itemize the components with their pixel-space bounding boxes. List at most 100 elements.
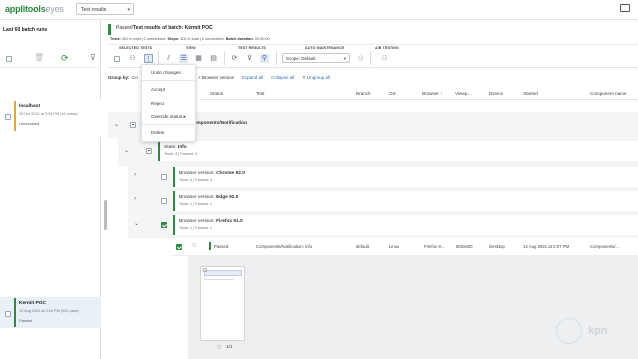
group-checkbox[interactable] (161, 222, 167, 228)
batch-checkbox[interactable] (5, 114, 11, 120)
menu-item-reject[interactable]: Reject (151, 101, 164, 106)
more-actions-icon[interactable]: ⋮ (144, 54, 153, 63)
browser-group-card[interactable]: Browser version: Chrome 92.0 Tests: 4 | … (173, 167, 638, 187)
list-view-icon[interactable]: ☰ (179, 54, 188, 63)
details-view-icon[interactable]: ▤ (209, 54, 218, 63)
browser-group-meta: Tests: 1 | Passed: 1 (179, 226, 213, 230)
group-status-bar (173, 215, 175, 235)
select-all-batches-checkbox[interactable] (6, 56, 12, 62)
more-indicator: - (14, 136, 16, 141)
more-actions-menu: Undo changes Accept Reject Override stat… (141, 64, 197, 142)
view-select[interactable]: Test results ▾ (76, 3, 134, 15)
group-status-bar (158, 141, 160, 161)
state-group-title: State: Info (164, 145, 187, 150)
browser-group-card[interactable]: Browser version: Firefox 91.0 Tests: 1 |… (173, 215, 638, 235)
group-status-bar (173, 191, 175, 211)
browser-group-card[interactable]: Browser version: Edge 92.0 Tests: 1 | Pa… (173, 191, 638, 211)
column-started[interactable]: Started (523, 91, 538, 96)
group-checkbox[interactable] (130, 122, 136, 128)
group-checkbox[interactable] (161, 174, 167, 180)
group-by-value[interactable]: Co (132, 75, 138, 80)
filter-icon[interactable]: ⊽ (245, 54, 254, 63)
state-group-card[interactable]: State: Info Tests: 4 | Passed: 4 (158, 141, 638, 161)
collapse-all-link[interactable]: Collapse all (271, 75, 294, 80)
batch-item[interactable]: localhost 20 Oct 2021 at 3:33 PM (16 unr… (14, 101, 100, 131)
grid-header (200, 86, 638, 100)
row-os: Linux (389, 244, 400, 249)
chevron-right-icon[interactable]: › (134, 196, 136, 202)
eye-icon[interactable]: ◎ (356, 54, 365, 63)
batch-name: localhost (19, 104, 41, 109)
trash-icon[interactable]: 🗑 (34, 53, 44, 62)
group-checkbox[interactable] (146, 148, 152, 154)
batch-checkbox[interactable] (5, 311, 11, 317)
thumbnail-line (204, 279, 234, 280)
batch-status: Passed (19, 318, 33, 323)
star-icon[interactable]: ☆ (216, 343, 222, 351)
column-branch[interactable]: Branch (356, 91, 371, 96)
state-group-meta: Tests: 4 | Passed: 4 (164, 152, 198, 156)
chevron-right-icon[interactable]: › (134, 172, 136, 178)
chart-icon[interactable]: ⫽ (164, 54, 173, 63)
section-label-ab-testing: A/B TESTING (375, 46, 399, 50)
batch-status-bar (108, 24, 111, 35)
batch-status: Passed (116, 25, 133, 31)
batch-meta: 20 Oct 2021 at 3:33 PM (16 unres) (19, 112, 78, 116)
batch-name: Kermit POC (19, 301, 46, 306)
thumbnail-marker-icon (203, 268, 207, 272)
star-icon[interactable]: ☆ (191, 241, 197, 249)
graduation-cap-icon[interactable] (620, 4, 630, 12)
menu-item-accept[interactable]: Accept (151, 87, 165, 92)
column-browser[interactable]: Browser ↑ (422, 91, 442, 96)
step-thumbnail[interactable] (200, 266, 245, 341)
group-checkbox[interactable] (161, 198, 167, 204)
section-label-view: VIEW (186, 46, 196, 50)
chevron-down-icon[interactable]: ⌄ (134, 220, 139, 227)
select-all-tests-checkbox[interactable] (114, 56, 120, 62)
menu-item-undo-changes[interactable]: Undo changes (151, 70, 181, 75)
group-status-bar (173, 167, 175, 187)
row-checkbox[interactable] (176, 244, 182, 250)
group-title-component: Components/Notification (190, 121, 248, 126)
user-icon[interactable]: ⚇ (128, 54, 137, 63)
section-label-test-results: TEST RESULTS (238, 46, 266, 50)
menu-item-delete[interactable]: Delete (151, 130, 164, 135)
row-branch: default (356, 244, 369, 249)
group-crumb[interactable]: + Browser version (198, 75, 234, 80)
batch-list-toolbar (0, 48, 101, 68)
browser-group-title: Browser version: Firefox 91.0 (179, 219, 243, 224)
scope-select[interactable]: Scope: Default ▾ (282, 53, 350, 63)
row-started: 13 Aug 2021 at 2:07 PM (523, 244, 570, 249)
menu-item-override-status[interactable]: Override status ▸ (151, 114, 186, 120)
refresh-icon[interactable]: ⟳ (230, 54, 239, 63)
batch-status: Unresolved (19, 121, 40, 126)
merge-icon[interactable]: ⚲ (260, 54, 269, 63)
kpn-logo-icon (556, 318, 582, 344)
row-test[interactable]: Components/Notification: info (256, 244, 312, 249)
column-viewport[interactable]: Viewp… (455, 91, 472, 96)
column-os[interactable]: OS (389, 91, 396, 96)
row-viewport: 800x600 (456, 244, 473, 249)
grid-view-icon[interactable]: ▦ (194, 54, 203, 63)
batch-item[interactable]: Kermit POC 13 Aug 2021 at 2:04 PM (302 p… (14, 298, 100, 327)
column-component-name[interactable]: Component name (590, 91, 627, 96)
ungroup-all-link[interactable]: ✕ Ungroup all (302, 75, 330, 81)
batch-status-bar (14, 298, 16, 327)
section-label-selected-tests: SELECTED TESTS (119, 46, 153, 50)
scrollbar-thumb[interactable] (104, 200, 107, 230)
batch-meta: 13 Aug 2021 at 2:04 PM (302 pass) (19, 309, 79, 313)
ab-test-icon[interactable]: ⊟ (380, 54, 389, 63)
column-test[interactable]: Test (256, 91, 264, 96)
column-device[interactable]: Device (489, 91, 503, 96)
step-counter: 1/1 (226, 345, 233, 350)
browser-group-meta: Tests: 4 | Passed: 4 (179, 178, 213, 182)
filter-icon[interactable]: ⊽ (90, 53, 96, 62)
toolbar-divider (276, 51, 277, 65)
applitools-logo[interactable]: applitoolseyes (5, 4, 64, 14)
chevron-down-icon[interactable]: ⌄ (114, 121, 119, 128)
refresh-icon[interactable]: ⟳ (61, 53, 69, 64)
column-status[interactable]: Status (210, 91, 223, 96)
chevron-down-icon[interactable]: ⌄ (124, 147, 129, 154)
chevron-down-icon: ▾ (343, 56, 346, 61)
expand-all-link[interactable]: Expand all (242, 75, 263, 80)
